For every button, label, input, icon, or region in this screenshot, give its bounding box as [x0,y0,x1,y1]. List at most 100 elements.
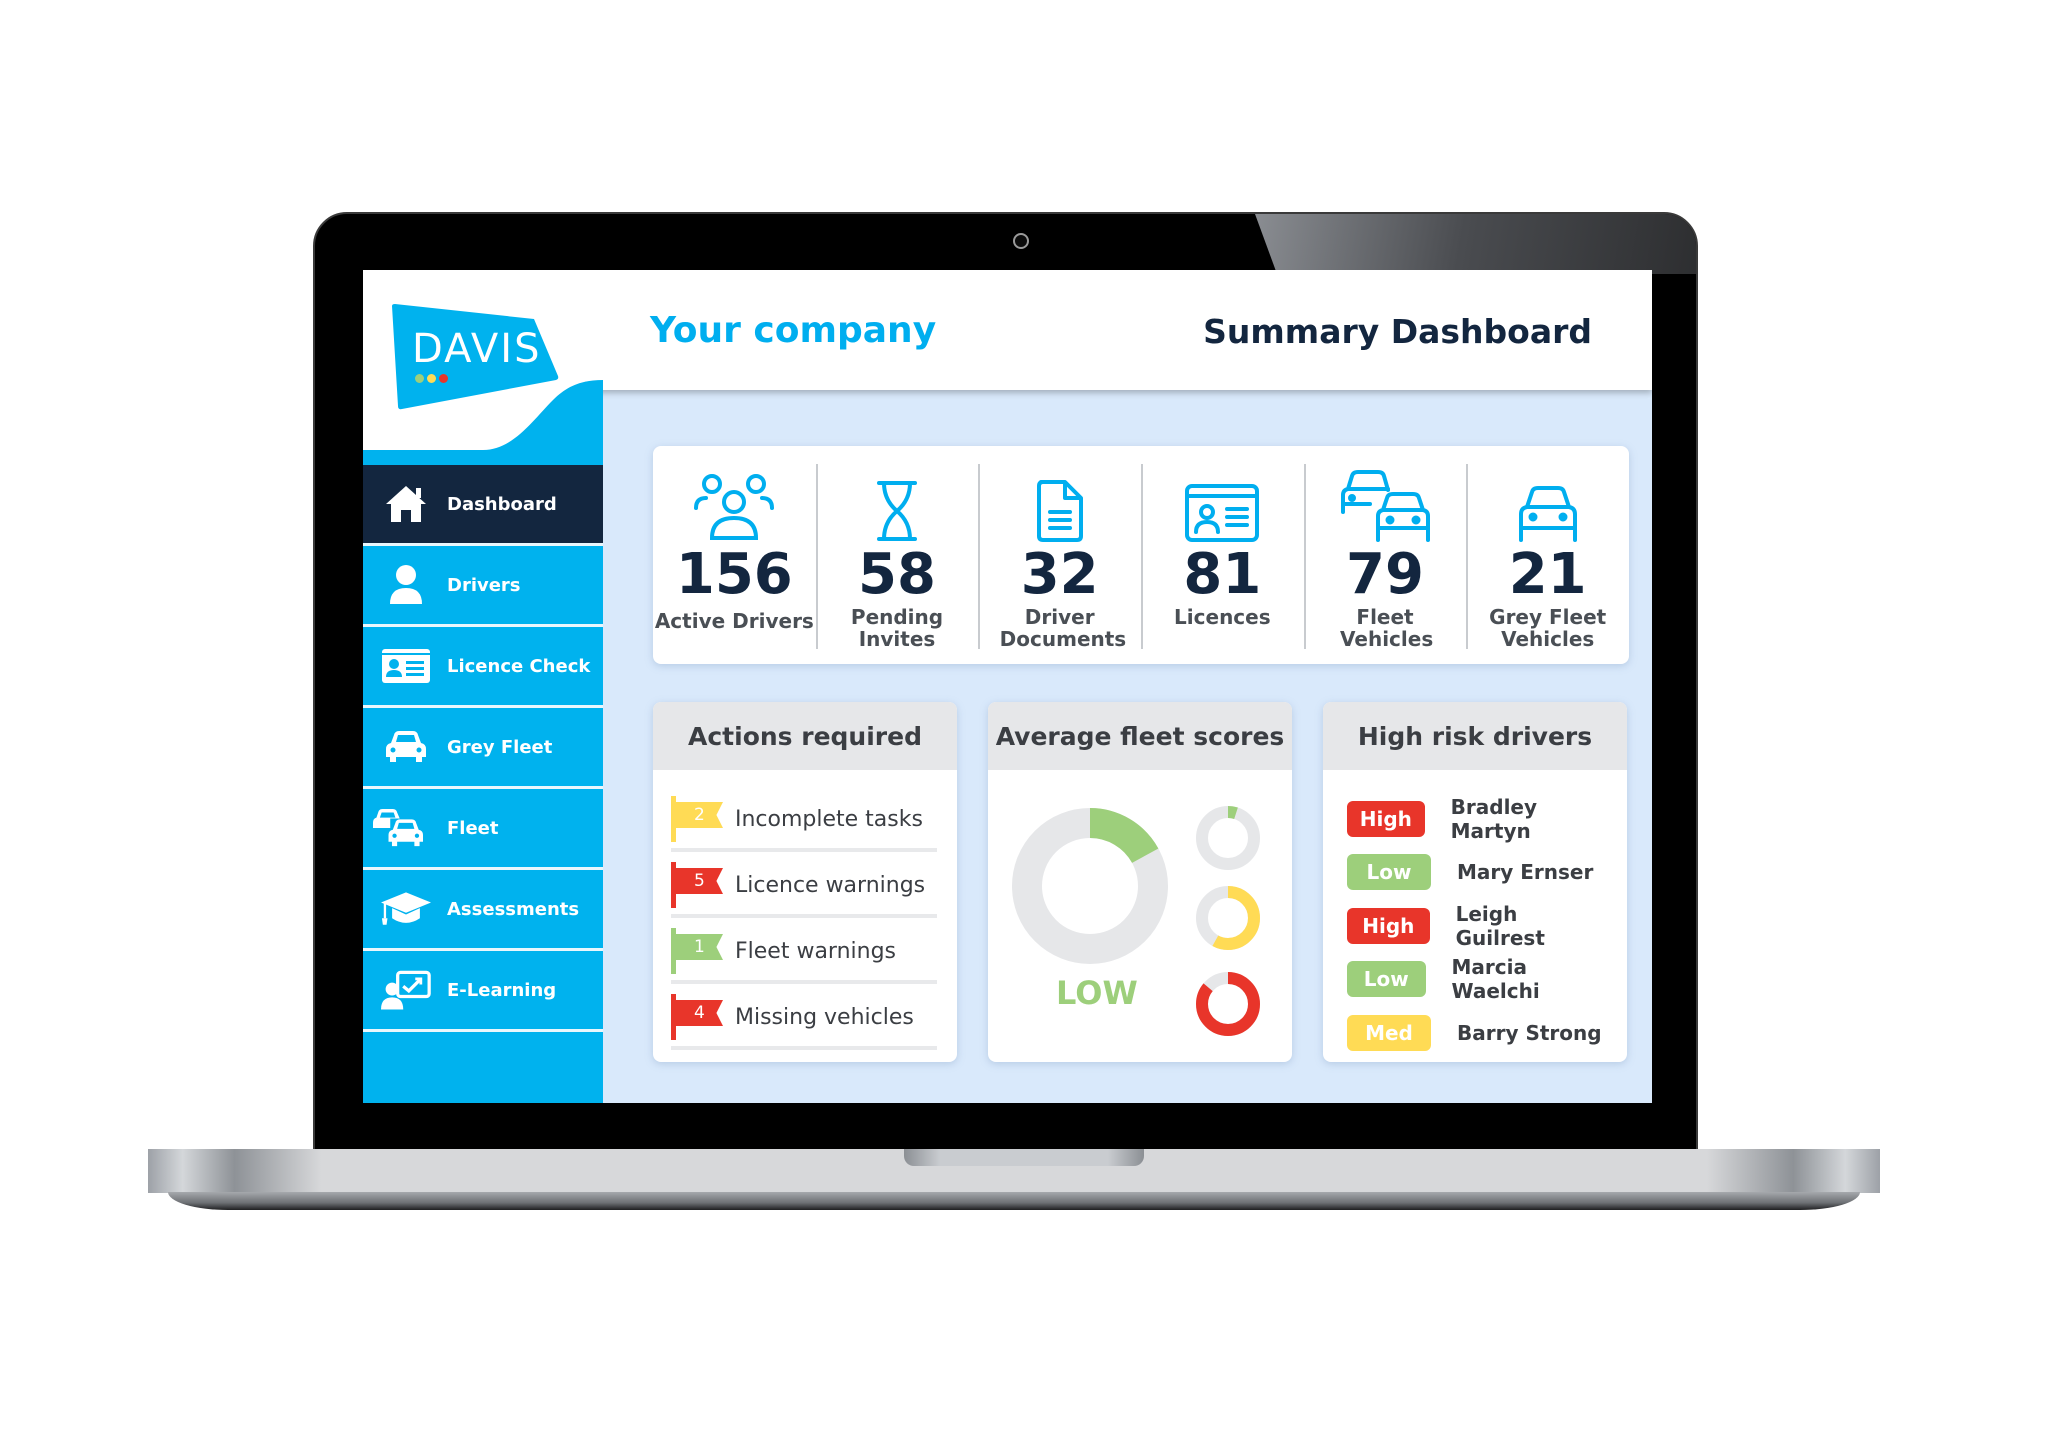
action-count: 5 [676,868,723,894]
home-icon [381,484,431,524]
sidebar-nav: Dashboard Drivers Licence Check Grey Fle… [363,465,603,1032]
overall-score-label: LOW [1056,974,1138,1012]
actions-title: Actions required [653,702,957,770]
high-risk-drivers-card: High risk drivers High Bradley Martyn Lo… [1323,702,1627,1062]
car-icon [1517,470,1579,542]
stat-value: 81 [1183,542,1262,607]
stat-grey-fleet-vehicles[interactable]: 21 Grey Fleet Vehicles [1466,446,1629,664]
cars-icon [1340,470,1431,542]
logo-dot-yellow [427,374,436,383]
action-label: Incomplete tasks [735,806,923,832]
driver-name: Marcia Waelchi [1451,955,1540,1004]
stat-value: 32 [1020,542,1099,607]
sidebar-item-label: Dashboard [447,493,557,515]
stat-pending-invites[interactable]: 58 Pending Invites [815,446,979,664]
flag-pole [671,994,676,1040]
id-card-icon [1185,470,1260,542]
risk-badge: Low [1347,961,1426,998]
stat-value: 58 [858,542,936,607]
page-title: Summary Dashboard [1203,312,1592,351]
action-item[interactable]: 1 Fleet warnings [671,922,937,984]
sidebar-item-licence-check[interactable]: Licence Check [363,627,603,708]
action-item[interactable]: 5 Licence warnings [671,856,937,918]
flag-icon: 5 [671,862,723,908]
stat-label: Grey Fleet Vehicles [1489,605,1607,651]
sidebar-item-label: Drivers [447,574,521,596]
actions-required-card: Actions required 2 Incomplete tasks 5 Li… [653,702,957,1062]
laptop-hinge-notch [904,1149,1144,1166]
overall-score-donut [1012,808,1168,964]
flag-pole [671,796,676,842]
stat-label: Active Drivers [654,609,814,633]
action-count: 1 [676,934,723,960]
driver-name: Leigh Guilrest [1455,901,1545,950]
hourglass-icon [875,470,919,542]
risk-driver-row[interactable]: Med Barry Strong [1347,1006,1611,1060]
sidebar-item-fleet[interactable]: Fleet [363,789,603,870]
driver-name: Barry Strong [1457,1020,1602,1045]
category-score-donut-1-track [1196,806,1260,870]
logo-text: DAVIS [412,326,542,372]
davis-logo[interactable]: DAVIS [392,304,562,410]
stat-active-drivers[interactable]: 156 Active Drivers [653,446,816,664]
document-icon [1035,470,1085,542]
sidebar-item-label: E-Learning [447,979,557,1001]
risk-driver-row[interactable]: Low Mary Ernser [1347,846,1611,900]
app-screen: DAVIS Dashboard Drivers Licence Check Gr… [363,270,1652,1103]
car-icon [381,727,431,767]
graduation-cap-icon [381,889,431,929]
company-name: Your company [650,310,937,351]
flag-icon: 4 [671,994,723,1040]
risk-badge: High [1347,800,1425,837]
sidebar-item-label: Grey Fleet [447,736,553,758]
webcam [1013,233,1029,249]
risk-driver-row[interactable]: Low Marcia Waelchi [1347,953,1611,1007]
action-count: 4 [676,1000,723,1026]
category-score-donut-2 [1196,886,1260,950]
sidebar-item-e-learning[interactable]: E-Learning [363,951,603,1032]
flag-pole [671,862,676,908]
logo-dot-green [415,374,424,383]
laptop-base-edge [168,1192,1860,1210]
sidebar-item-drivers[interactable]: Drivers [363,546,603,627]
presentation-icon [381,970,431,1010]
stat-licences[interactable]: 81 Licences [1141,446,1304,664]
logo-dot-red [439,374,448,383]
scores-title: Average fleet scores [988,702,1292,770]
category-score-donut-3 [1196,972,1260,1036]
sidebar-item-dashboard[interactable]: Dashboard [363,465,603,546]
stat-label: Driver Documents [999,605,1127,651]
sidebar-item-assessments[interactable]: Assessments [363,870,603,951]
action-item[interactable]: 4 Missing vehicles [671,988,937,1050]
stat-label: Licences [1174,605,1271,629]
stat-driver-documents[interactable]: 32 Driver Documents [978,446,1141,664]
sidebar: DAVIS Dashboard Drivers Licence Check Gr… [363,270,603,1103]
action-item[interactable]: 2 Incomplete tasks [671,790,937,852]
actions-list: 2 Incomplete tasks 5 Licence warnings 1 [653,770,957,1050]
stat-value: 79 [1346,542,1424,607]
action-label: Missing vehicles [735,1004,914,1030]
stat-value: 21 [1508,542,1587,607]
stat-label: Pending Invites [850,605,944,651]
risk-list: High Bradley Martyn Low Mary Ernser High… [1323,770,1627,1060]
category-score-donut-1 [1196,806,1260,870]
sidebar-item-grey-fleet[interactable]: Grey Fleet [363,708,603,789]
risk-badge: Low [1347,854,1431,891]
dashboard-content: 156 Active Drivers 58 Pending Invites 32… [603,390,1652,1103]
risk-driver-row[interactable]: High Leigh Guilrest [1347,899,1611,953]
sidebar-item-label: Fleet [447,817,499,839]
id-card-icon [381,646,431,686]
driver-name: Mary Ernser [1457,860,1594,885]
action-label: Fleet warnings [735,938,897,964]
action-count: 2 [676,802,723,828]
fleet-score-donuts [1012,806,1260,1036]
users-icon [691,470,777,542]
stat-fleet-vehicles[interactable]: 79 Fleet Vehicles [1303,446,1467,664]
risk-driver-row[interactable]: High Bradley Martyn [1347,792,1611,846]
action-label: Licence warnings [735,872,926,898]
sidebar-item-label: Assessments [447,898,580,920]
stat-label: Fleet Vehicles [1340,605,1434,651]
stat-value: 156 [675,542,793,607]
risk-title: High risk drivers [1323,702,1627,770]
risk-badge: High [1347,907,1430,944]
